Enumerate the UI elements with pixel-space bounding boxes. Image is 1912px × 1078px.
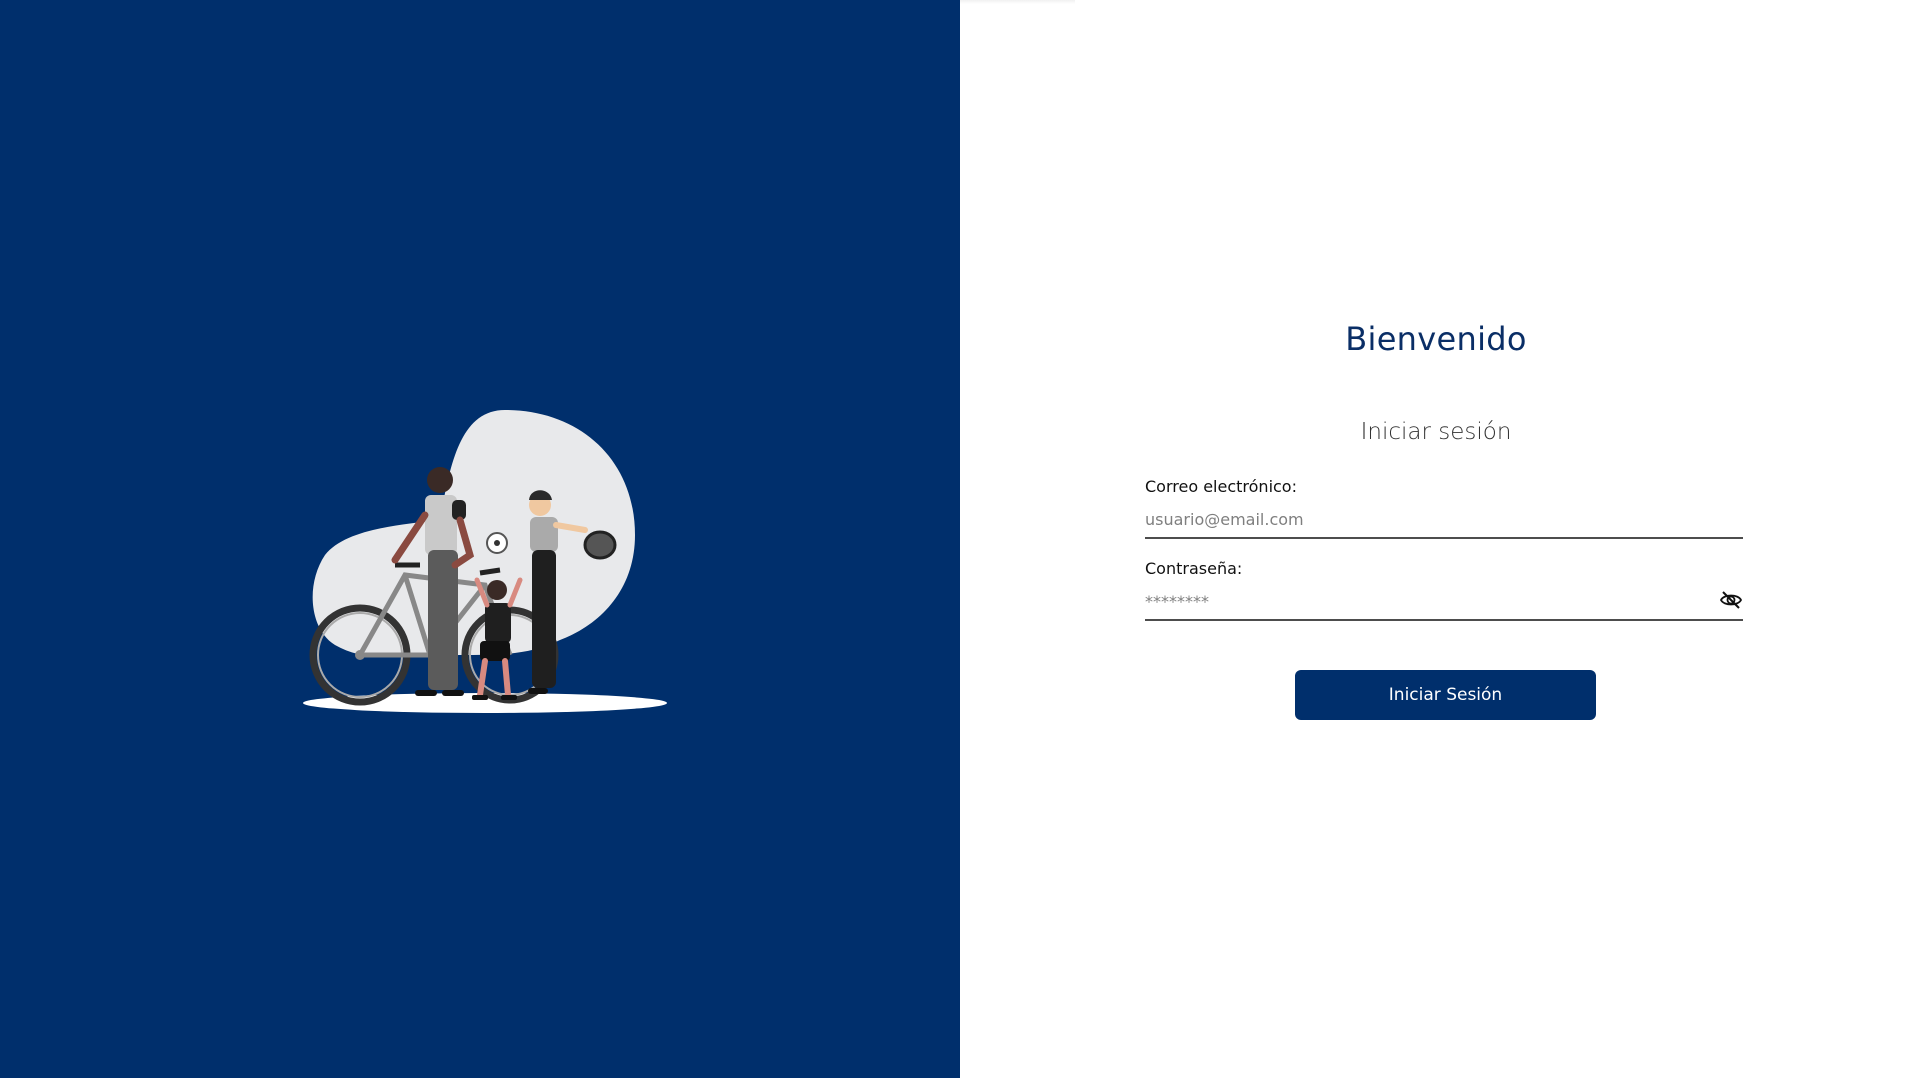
password-label: Contraseña: bbox=[1145, 559, 1243, 578]
family-sports-illustration-icon bbox=[303, 410, 667, 713]
login-panel: Bienvenido Iniciar sesión Correo electró… bbox=[960, 0, 1912, 1078]
email-label: Correo electrónico: bbox=[1145, 477, 1297, 496]
eye-off-icon[interactable] bbox=[1719, 588, 1743, 612]
password-field-group: Contraseña: bbox=[1145, 559, 1743, 621]
password-field[interactable] bbox=[1145, 586, 1743, 616]
email-field[interactable] bbox=[1145, 504, 1743, 534]
login-page: Bienvenido Iniciar sesión Correo electró… bbox=[0, 0, 1912, 1078]
login-subtitle: Iniciar sesión bbox=[1360, 419, 1512, 445]
password-input-wrapper bbox=[1145, 586, 1743, 621]
submit-container: Iniciar Sesión bbox=[1295, 670, 1596, 720]
panel-edge-shadow bbox=[960, 0, 1075, 4]
welcome-title: Bienvenido bbox=[1345, 320, 1527, 358]
illustration-panel bbox=[0, 0, 960, 1078]
login-form: Correo electrónico: Contraseña: bbox=[1145, 477, 1743, 641]
email-input-wrapper bbox=[1145, 504, 1743, 539]
login-submit-button[interactable]: Iniciar Sesión bbox=[1295, 670, 1596, 720]
email-field-group: Correo electrónico: bbox=[1145, 477, 1743, 539]
